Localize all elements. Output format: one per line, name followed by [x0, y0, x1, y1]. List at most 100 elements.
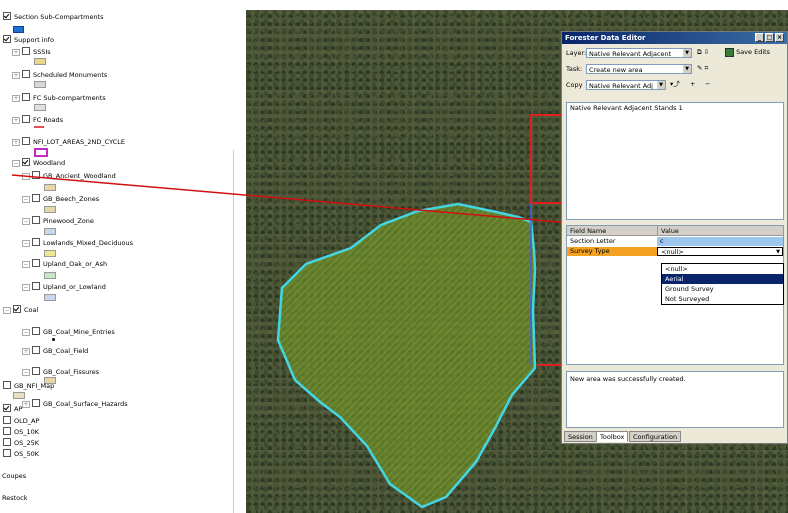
- layer-checkbox[interactable]: [32, 238, 40, 246]
- layer-checkbox[interactable]: [3, 404, 11, 412]
- expand-icon[interactable]: +: [12, 139, 20, 146]
- layer-symbol-swatch: [13, 392, 25, 399]
- layer-checkbox[interactable]: [13, 305, 21, 313]
- toc-layer-item[interactable]: − GB_Ancient_Woodland: [22, 171, 116, 181]
- remove-button[interactable]: −: [705, 79, 710, 90]
- toc-layer-item[interactable]: GB_NFI_Map: [3, 381, 54, 391]
- section-letter-value[interactable]: c: [657, 237, 783, 246]
- survey-type-dropdown[interactable]: <null> Aerial Ground Survey Not Surveyed: [661, 263, 784, 305]
- expand-icon[interactable]: +: [12, 95, 20, 102]
- expand-icon[interactable]: +: [22, 401, 30, 408]
- layer-checkbox[interactable]: [22, 93, 30, 101]
- toc-layer-item[interactable]: − GB_Coal_Mine_Entries: [22, 327, 115, 337]
- layer-checkbox[interactable]: [32, 194, 40, 202]
- toc-layer-item[interactable]: + NFI_LOT_AREAS_2ND_CYCLE: [12, 137, 125, 147]
- layer-checkbox[interactable]: [22, 137, 30, 145]
- collapse-icon[interactable]: −: [22, 173, 30, 180]
- toc-layer-item[interactable]: Support info: [3, 35, 54, 45]
- toc-layer-item[interactable]: − GB_Beech_Zones: [22, 194, 99, 204]
- layer-label: GB_Coal_Mine_Entries: [43, 328, 115, 336]
- edit-pencil-icon[interactable]: ✎ ⌗: [697, 63, 708, 74]
- layer-checkbox[interactable]: [3, 12, 11, 20]
- toc-layer-item[interactable]: − GB_Coal_Fissures: [22, 367, 99, 377]
- layer-checkbox[interactable]: [32, 282, 40, 290]
- collapse-icon[interactable]: −: [22, 284, 30, 291]
- collapse-icon[interactable]: −: [22, 261, 30, 268]
- layer-checkbox[interactable]: [22, 115, 30, 123]
- toc-layer-item[interactable]: − Coal: [3, 305, 38, 315]
- toc-layer-item[interactable]: − Woodland: [12, 158, 65, 168]
- collapse-icon[interactable]: −: [12, 160, 20, 167]
- copy-tool-icon[interactable]: ▾⤴: [670, 79, 680, 90]
- toc-layer-item[interactable]: − Lowlands_Mixed_Deciduous: [22, 238, 133, 248]
- layer-checkbox[interactable]: [32, 327, 40, 335]
- layer-checkbox[interactable]: [22, 47, 30, 55]
- layer-checkbox[interactable]: [32, 216, 40, 224]
- maximize-button[interactable]: □: [765, 33, 774, 42]
- layer-checkbox[interactable]: [32, 399, 40, 407]
- layer-checkbox[interactable]: [22, 158, 30, 166]
- tab-toolbox[interactable]: Toolbox: [596, 431, 629, 442]
- layer-checkbox[interactable]: [32, 346, 40, 354]
- expand-icon[interactable]: +: [12, 72, 20, 79]
- expand-icon[interactable]: +: [22, 348, 30, 355]
- collapse-icon[interactable]: −: [3, 307, 11, 314]
- toc-layer-item[interactable]: + Scheduled Monuments: [12, 70, 107, 80]
- chevron-down-icon: ▼: [657, 81, 665, 89]
- layer-checkbox[interactable]: [32, 367, 40, 375]
- minimize-button[interactable]: _: [755, 33, 764, 42]
- task-select[interactable]: Create new area ▼: [586, 64, 692, 74]
- editor-title-bar[interactable]: Forester Data Editor _ □ ×: [562, 32, 787, 44]
- collapse-icon[interactable]: −: [22, 369, 30, 376]
- expand-icon[interactable]: +: [12, 117, 20, 124]
- layer-checkbox[interactable]: [3, 381, 11, 389]
- collapse-icon[interactable]: −: [22, 329, 30, 336]
- toc-layer-item[interactable]: + SSSIs: [12, 47, 51, 57]
- copy-select[interactable]: Native Relevant Adj ▼: [586, 80, 666, 90]
- layer-checkbox[interactable]: [3, 427, 11, 435]
- toc-scrollbar[interactable]: [233, 150, 234, 513]
- collapse-icon[interactable]: −: [22, 240, 30, 247]
- toc-layer-item[interactable]: + GB_Coal_Field: [22, 346, 88, 356]
- toc-layer-item[interactable]: + FC Roads: [12, 115, 63, 125]
- collapse-icon[interactable]: −: [22, 196, 30, 203]
- layer-checkbox[interactable]: [3, 35, 11, 43]
- toc-layer-item[interactable]: + GB_Coal_Surface_Hazards: [22, 399, 128, 409]
- layer-symbol-swatch: [44, 184, 56, 191]
- layer-label: OLD_AP: [14, 417, 40, 425]
- survey-type-select[interactable]: <null> ▼: [657, 247, 783, 256]
- add-button[interactable]: +: [690, 79, 695, 90]
- toc-layer-item[interactable]: − Upland_Oak_or_Ash: [22, 259, 107, 269]
- layer-checkbox[interactable]: [22, 70, 30, 78]
- layer-checkbox[interactable]: [3, 416, 11, 424]
- layer-checkbox[interactable]: [3, 438, 11, 446]
- toc-layer-item[interactable]: − Pinewood_Zone: [22, 216, 94, 226]
- collapse-icon[interactable]: −: [22, 218, 30, 225]
- close-button[interactable]: ×: [775, 33, 784, 42]
- tab-configuration[interactable]: Configuration: [629, 431, 682, 442]
- layer-checkbox[interactable]: [32, 171, 40, 179]
- expand-icon[interactable]: +: [12, 49, 20, 56]
- toc-layer-item[interactable]: OLD_AP: [3, 416, 39, 426]
- layer-tools-icon[interactable]: ⧉ ⇩: [697, 47, 709, 58]
- layer-checkbox[interactable]: [3, 449, 11, 457]
- dropdown-option[interactable]: Ground Survey: [662, 284, 783, 294]
- toc-layer-item[interactable]: Section Sub-Compartments: [3, 12, 104, 22]
- layer-symbol-swatch: [44, 294, 56, 301]
- toc-layer-item[interactable]: AP: [3, 404, 22, 414]
- stands-list[interactable]: Native Relevant Adjacent Stands 1: [566, 102, 784, 220]
- dropdown-option[interactable]: Aerial: [662, 274, 783, 284]
- dropdown-option[interactable]: Not Surveyed: [662, 294, 783, 304]
- toc-layer-item[interactable]: OS_25K: [3, 438, 39, 448]
- toc-layer-item[interactable]: OS_10K: [3, 427, 39, 437]
- toc-layer-item[interactable]: OS_50K: [3, 449, 39, 459]
- list-item[interactable]: Native Relevant Adjacent Stands 1: [567, 103, 783, 113]
- layer-label: Support info: [14, 36, 54, 44]
- dropdown-option[interactable]: <null>: [662, 264, 783, 274]
- tab-session[interactable]: Session: [564, 431, 597, 442]
- save-edits-button[interactable]: Save Edits: [725, 47, 770, 58]
- toc-layer-item[interactable]: − Upland_or_Lowland: [22, 282, 106, 292]
- layer-checkbox[interactable]: [32, 259, 40, 267]
- toc-layer-item[interactable]: + FC Sub-compartments: [12, 93, 106, 103]
- layer-select[interactable]: Native Relevant Adjacent ▼: [586, 48, 692, 58]
